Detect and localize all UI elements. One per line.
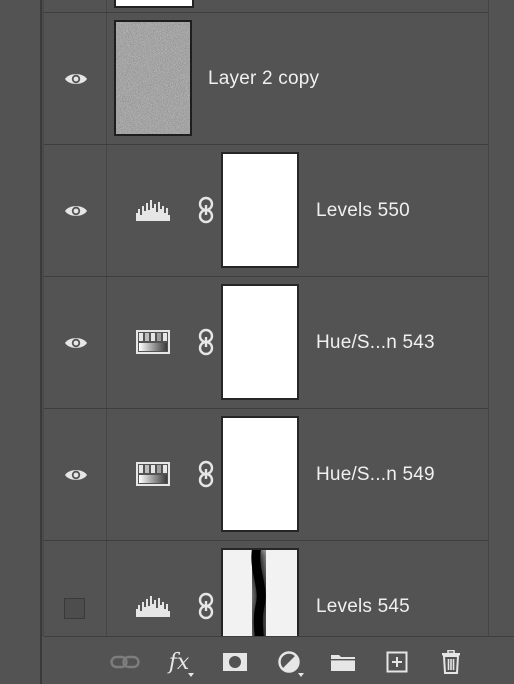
eye-icon[interactable] — [64, 335, 88, 351]
adjustment-layer-button[interactable] — [274, 649, 304, 677]
group-folder-icon — [331, 655, 355, 671]
visibility-column — [44, 0, 107, 12]
layer-name[interactable]: Levels 550 — [316, 200, 410, 222]
link-chain-icon[interactable] — [198, 196, 214, 224]
eye-icon[interactable] — [64, 467, 88, 483]
layer-mask-thumbnail[interactable] — [221, 152, 299, 268]
add-mask-button[interactable] — [220, 649, 250, 675]
delete-layer-button[interactable] — [436, 649, 466, 675]
visibility-column — [44, 13, 107, 144]
noise-thumbnail[interactable] — [114, 20, 192, 136]
fx-icon: fx — [168, 649, 190, 675]
layer-mask-thumbnail[interactable] — [221, 416, 299, 532]
dropdown-caret-icon — [298, 673, 304, 677]
link-chain-icon[interactable] — [198, 460, 214, 488]
layer-name[interactable]: Hue/S...n 543 — [316, 332, 435, 354]
levels-histogram-icon[interactable] — [134, 197, 172, 223]
noise-texture-icon — [116, 22, 190, 134]
layer-row-layer-2-copy[interactable]: Layer 2 copy — [44, 13, 488, 145]
layer-row-levels-545[interactable]: Levels 545 — [44, 541, 488, 636]
layers-panel: Layer 2 copy Levels 550 Hue/S...n 543 Hu… — [0, 0, 514, 684]
scrollbar-track[interactable] — [488, 0, 514, 636]
mask-stroke-graphic — [223, 550, 297, 636]
layer-row-hue-sat-549[interactable]: Hue/S...n 549 — [44, 409, 488, 541]
visibility-column — [44, 145, 107, 276]
link-chain-icon[interactable] — [198, 592, 214, 620]
link-layers-button[interactable] — [110, 649, 140, 675]
eye-icon[interactable] — [64, 203, 88, 219]
layers-footer-toolbar: fx — [44, 636, 514, 684]
layer-name[interactable]: Levels 545 — [316, 596, 410, 618]
layer-row-levels-550[interactable]: Levels 550 — [44, 145, 488, 277]
layer-name[interactable]: Layer 2 copy — [208, 68, 319, 90]
layers-list: Layer 2 copy Levels 550 Hue/S...n 543 Hu… — [44, 0, 488, 636]
link-layers-icon — [110, 655, 140, 669]
layer-row-partial[interactable] — [44, 0, 488, 13]
layer-name[interactable]: Hue/S...n 549 — [316, 464, 435, 486]
fx-button[interactable]: fx — [164, 649, 194, 677]
new-layer-icon — [386, 651, 408, 673]
levels-histogram-icon[interactable] — [134, 593, 172, 619]
adjustment-layer-icon — [278, 651, 300, 673]
add-mask-icon — [223, 653, 247, 671]
link-chain-icon[interactable] — [198, 328, 214, 356]
layer-mask-thumbnail[interactable] — [221, 548, 299, 636]
layer-row-hue-sat-543[interactable]: Hue/S...n 543 — [44, 277, 488, 409]
layer-thumbnail-partial — [114, 0, 194, 8]
visibility-toggle-off[interactable] — [64, 598, 85, 619]
new-layer-button[interactable] — [382, 649, 412, 675]
dropdown-caret-icon — [188, 673, 194, 677]
hue-saturation-icon[interactable] — [134, 329, 172, 355]
visibility-column — [44, 409, 107, 540]
left-gutter — [0, 0, 40, 684]
visibility-column — [44, 277, 107, 408]
layer-mask-thumbnail[interactable] — [221, 284, 299, 400]
hue-saturation-icon[interactable] — [134, 461, 172, 487]
trash-icon — [442, 650, 460, 674]
visibility-column — [44, 541, 107, 636]
eye-icon[interactable] — [64, 71, 88, 87]
new-group-button[interactable] — [328, 649, 358, 675]
